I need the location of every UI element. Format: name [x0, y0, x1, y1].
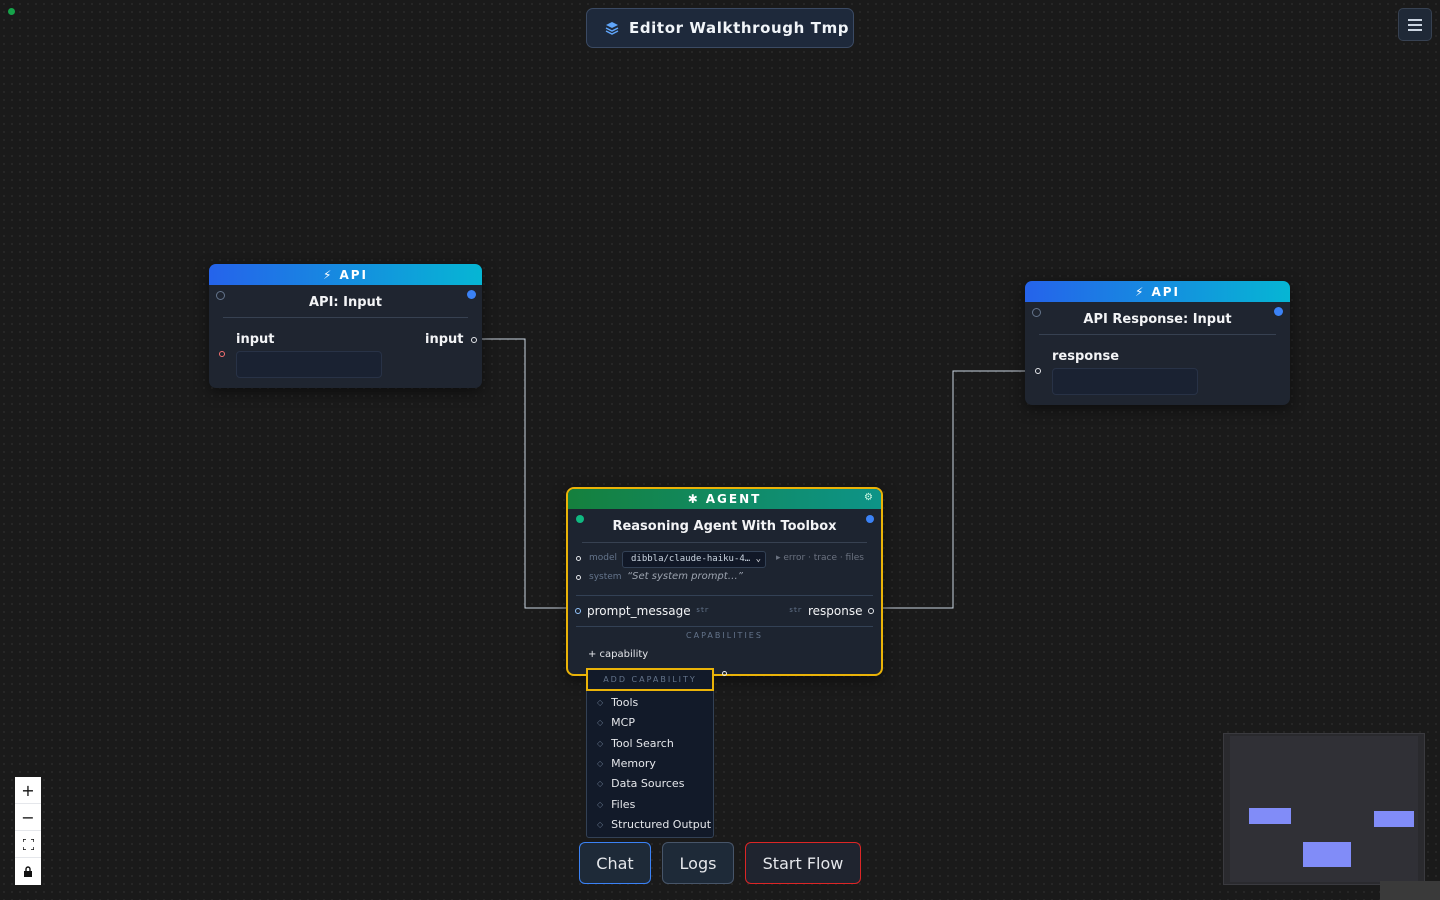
zoom-out-button[interactable]: − — [15, 804, 41, 831]
model-port-handle[interactable] — [576, 556, 581, 561]
menu-item-memory[interactable]: ◇ Memory — [597, 757, 656, 770]
menu-item-mcp[interactable]: ◇ MCP — [597, 716, 635, 729]
node-agent[interactable]: ✱ AGENT ⚙ Reasoning Agent With Toolbox m… — [566, 487, 883, 676]
edge-input-to-agent[interactable] — [476, 338, 577, 609]
field-label: input — [236, 332, 275, 347]
input-field[interactable] — [236, 351, 382, 378]
output-port-label: response — [808, 604, 863, 618]
bottom-handle[interactable] — [722, 671, 727, 676]
bolt-icon: ⚡ — [1135, 284, 1146, 299]
logs-button[interactable]: Logs — [662, 842, 734, 884]
minus-icon: − — [21, 807, 35, 827]
agent-icon: ✱ — [687, 492, 700, 506]
lock-button[interactable] — [15, 858, 41, 885]
menu-item-data-sources[interactable]: ◇ Data Sources — [597, 777, 684, 790]
diamond-icon: ◇ — [597, 820, 604, 829]
node-api-input[interactable]: ⚡ API API: Input input input — [209, 264, 482, 388]
minimap[interactable] — [1223, 733, 1425, 885]
zoom-controls: + − — [15, 777, 41, 885]
divider — [576, 595, 873, 596]
hamburger-menu-button[interactable] — [1398, 8, 1432, 41]
node-header: ⚡ API — [1025, 281, 1290, 302]
add-capability-menu-header: ADD CAPABILITY — [586, 668, 714, 691]
diamond-icon: ◇ — [597, 718, 604, 727]
minimap-node-api-input — [1249, 808, 1291, 824]
edge-agent-to-response[interactable] — [871, 370, 1038, 609]
node-title: API Response: Input — [1039, 302, 1276, 335]
menu-item-tool-search[interactable]: ◇ Tool Search — [597, 737, 674, 750]
flow-title-text: Editor Walkthrough Tmp — [629, 19, 850, 37]
connection-status-dot — [8, 8, 15, 15]
system-port-handle[interactable] — [576, 575, 581, 580]
node-title: Reasoning Agent With Toolbox — [582, 509, 867, 543]
lock-icon — [24, 866, 32, 877]
output-type-tag: str — [789, 606, 802, 614]
chevron-down-icon: ⌄ — [755, 554, 761, 564]
node-handle-right[interactable] — [866, 515, 874, 523]
model-label: model — [589, 553, 618, 563]
bolt-icon: ⚡ — [323, 267, 334, 282]
add-capability-button[interactable]: + capability — [588, 649, 648, 660]
layers-icon — [605, 22, 619, 35]
response-field[interactable] — [1052, 368, 1198, 395]
node-api-response[interactable]: ⚡ API API Response: Input response — [1025, 281, 1290, 405]
node-handle-left[interactable] — [216, 291, 225, 300]
chat-button[interactable]: Chat — [579, 842, 651, 884]
node-title: API: Input — [223, 285, 468, 318]
input-port-handle[interactable] — [1035, 368, 1041, 374]
capabilities-header: CAPABILITIES — [686, 631, 763, 640]
node-handle-right[interactable] — [467, 290, 476, 299]
meta-links[interactable]: ▸ error · trace · files — [776, 553, 864, 563]
plus-icon: + — [21, 780, 35, 800]
menu-item-structured-output[interactable]: ◇ Structured Output — [597, 818, 711, 831]
node-header: ✱ AGENT ⚙ — [568, 489, 881, 509]
zoom-in-button[interactable]: + — [15, 777, 41, 804]
node-header: ⚡ API — [209, 264, 482, 285]
minimap-node-api-response — [1374, 811, 1414, 827]
response-port-handle[interactable] — [868, 608, 874, 614]
input-type-tag: str — [696, 606, 709, 614]
model-select[interactable]: dibbla/claude-haiku-4… ⌄ — [622, 551, 766, 568]
diamond-icon: ◇ — [597, 779, 604, 788]
fit-view-button[interactable] — [15, 831, 41, 858]
menu-icon — [1408, 18, 1422, 21]
system-prompt-input[interactable]: “Set system prompt…” — [627, 571, 743, 582]
add-capability-menu: ADD CAPABILITY ◇ Tools ◇ MCP ◇ Tool Search … — [586, 668, 714, 838]
system-label: system — [589, 572, 622, 582]
node-handle-right[interactable] — [1274, 307, 1283, 316]
diamond-icon: ◇ — [597, 698, 604, 707]
minimap-node-agent — [1303, 842, 1351, 867]
menu-item-files[interactable]: ◇ Files — [597, 798, 635, 811]
menu-item-tools[interactable]: ◇ Tools — [597, 696, 638, 709]
fit-view-icon — [22, 838, 34, 850]
divider — [576, 626, 873, 627]
node-handle-left[interactable] — [1032, 308, 1041, 317]
output-port-label: input — [425, 332, 464, 347]
input-port-label: prompt_message — [587, 604, 691, 618]
field-label: response — [1052, 349, 1120, 364]
diamond-icon: ◇ — [597, 759, 604, 768]
diamond-icon: ◇ — [597, 739, 604, 748]
node-handle-left[interactable] — [576, 515, 584, 523]
output-port-handle[interactable] — [471, 337, 477, 343]
prompt-port-handle[interactable] — [575, 608, 581, 614]
start-flow-button[interactable]: Start Flow — [745, 842, 861, 884]
diamond-icon: ◇ — [597, 800, 604, 809]
gear-icon[interactable]: ⚙ — [864, 492, 873, 503]
flow-title[interactable]: Editor Walkthrough Tmp — [586, 8, 854, 48]
input-port-handle[interactable] — [219, 351, 225, 357]
attribution[interactable] — [1380, 881, 1440, 900]
